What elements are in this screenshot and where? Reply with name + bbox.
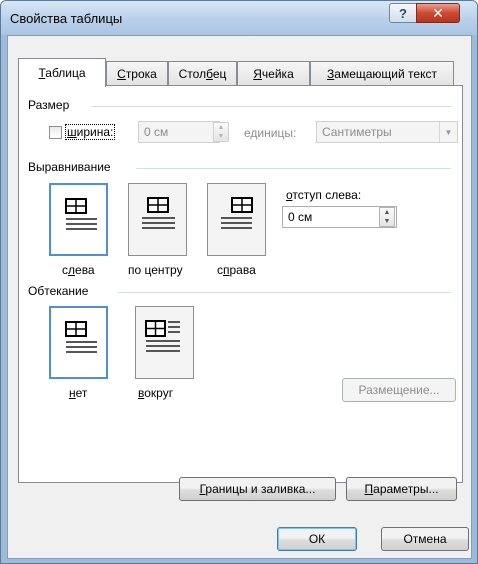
window-title: Свойства таблицы [10, 11, 123, 26]
width-spinner[interactable]: ▲ ▼ [213, 122, 229, 142]
width-input[interactable]: 0 см [138, 121, 220, 143]
width-label: ширина: [64, 124, 116, 140]
units-label: единицы: [244, 126, 297, 140]
units-dropdown[interactable]: Сантиметры [316, 121, 458, 143]
tab-label: Ячейка [253, 66, 294, 81]
wrap-none-label: нет [69, 386, 88, 400]
cancel-button[interactable]: Отмена [381, 527, 469, 551]
title-bar[interactable]: Свойства таблицы ? ✕ [1, 1, 477, 35]
help-icon: ? [399, 5, 407, 21]
indent-left-label: отступ слева: [286, 188, 362, 202]
wrapping-group-header: Обтекание [28, 284, 94, 298]
help-button[interactable]: ? [389, 3, 417, 23]
tab-table[interactable]: Таблица [18, 58, 106, 87]
tab-cell[interactable]: Ячейка [237, 61, 310, 85]
placement-button[interactable]: Размещение... [342, 378, 456, 402]
options-label: Параметры... [364, 482, 439, 496]
alignment-group-divider [136, 168, 451, 169]
align-right-icon [221, 197, 253, 229]
spin-down-icon: ▼ [383, 218, 391, 225]
width-checkbox[interactable] [49, 126, 62, 139]
tab-row[interactable]: Строка [106, 61, 168, 85]
spin-up-icon: ▲ [383, 209, 391, 216]
close-button[interactable]: ✕ [416, 3, 460, 23]
borders-shading-label: Границы и заливка... [199, 482, 316, 496]
wrap-none-option[interactable] [49, 306, 108, 379]
align-right-label: справа [217, 263, 256, 277]
ok-button[interactable]: ОК [277, 527, 357, 551]
align-left-label: слева [62, 263, 95, 277]
align-center-option[interactable] [128, 183, 187, 256]
options-button[interactable]: Параметры... [346, 477, 457, 501]
spin-down-icon: ▼ [217, 133, 225, 140]
tab-label: Таблица [38, 66, 86, 80]
wrap-around-icon [145, 320, 180, 352]
align-left-icon [65, 198, 97, 230]
wrap-none-icon [65, 321, 97, 353]
spin-up-icon: ▲ [217, 124, 225, 131]
size-group-header: Размер [28, 98, 75, 112]
alignment-group-header: Выравнивание [28, 160, 116, 174]
wrap-around-label: вокруг [138, 386, 174, 400]
wrapping-group-divider [118, 292, 451, 293]
tab-label: Столбец [178, 66, 227, 81]
wrap-around-option[interactable] [135, 306, 194, 379]
align-right-option[interactable] [207, 183, 266, 256]
align-center-icon [142, 197, 175, 229]
align-left-option[interactable] [49, 183, 108, 256]
align-center-label: по центру [128, 263, 183, 277]
tab-column[interactable]: Столбец [168, 61, 237, 85]
tab-alt-text[interactable]: Замещающий текст [310, 61, 454, 85]
chevron-down-icon: ▼ [439, 121, 457, 143]
size-group-divider [91, 106, 451, 107]
indent-left-spinner[interactable]: ▲ ▼ [379, 207, 395, 227]
borders-shading-button[interactable]: Границы и заливка... [179, 477, 336, 501]
dialog-window: Свойства таблицы ? ✕ Таблица Строка Стол… [0, 0, 478, 564]
close-icon: ✕ [432, 4, 444, 21]
tab-label: Замещающий текст [327, 66, 437, 81]
tab-label: Строка [117, 66, 157, 81]
